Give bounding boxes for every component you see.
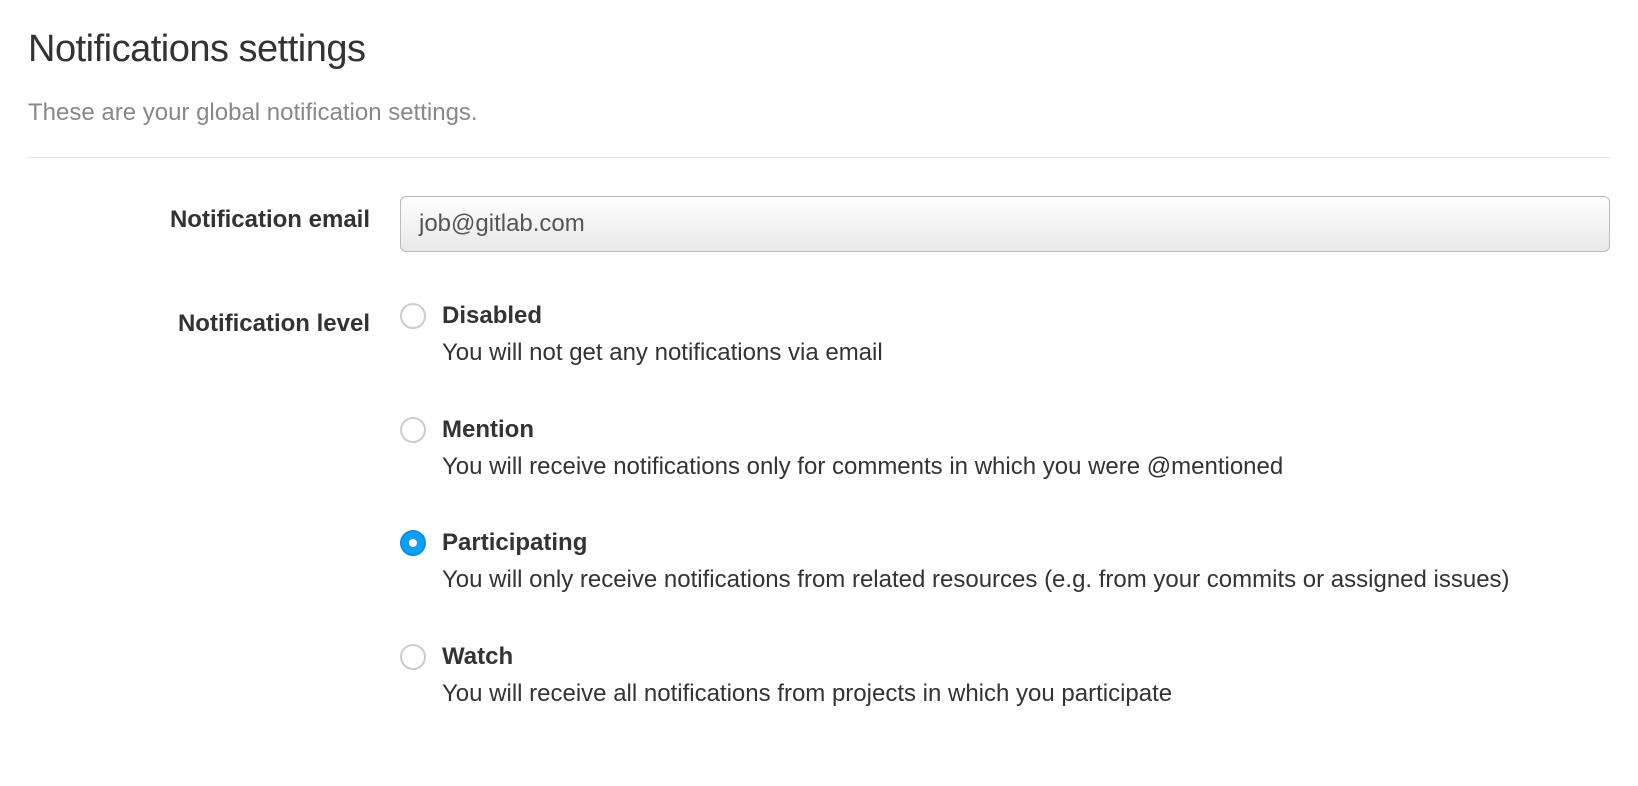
level-option-title: Disabled	[442, 300, 1610, 331]
level-label: Notification level	[28, 300, 400, 338]
level-option-text: Participating You will only receive notif…	[442, 527, 1610, 597]
email-row: Notification email job@gitlab.com	[28, 196, 1610, 252]
level-option-participating[interactable]: Participating You will only receive notif…	[400, 527, 1610, 597]
level-option-mention[interactable]: Mention You will receive notifications on…	[400, 414, 1610, 484]
section-divider	[28, 157, 1610, 158]
radio-mention[interactable]	[400, 417, 426, 443]
radio-watch[interactable]	[400, 644, 426, 670]
level-option-title: Mention	[442, 414, 1610, 445]
notification-level-options: Disabled You will not get any notificatio…	[400, 300, 1610, 710]
level-option-watch[interactable]: Watch You will receive all notifications …	[400, 641, 1610, 711]
level-option-description: You will only receive notifications from…	[442, 564, 1610, 596]
level-option-text: Disabled You will not get any notificatio…	[442, 300, 1610, 370]
level-option-description: You will receive all notifications from …	[442, 678, 1610, 710]
level-option-disabled[interactable]: Disabled You will not get any notificatio…	[400, 300, 1610, 370]
level-option-description: You will receive notifications only for …	[442, 451, 1610, 483]
notification-email-select[interactable]: job@gitlab.com	[400, 196, 1610, 252]
radio-participating[interactable]	[400, 530, 426, 556]
level-option-title: Watch	[442, 641, 1610, 672]
level-option-text: Mention You will receive notifications on…	[442, 414, 1610, 484]
level-option-description: You will not get any notifications via e…	[442, 337, 1610, 369]
level-row: Notification level Disabled You will not …	[28, 300, 1610, 710]
level-option-title: Participating	[442, 527, 1610, 558]
email-label: Notification email	[28, 196, 400, 234]
radio-disabled[interactable]	[400, 303, 426, 329]
level-option-text: Watch You will receive all notifications …	[442, 641, 1610, 711]
page-title: Notifications settings	[28, 28, 1610, 71]
page-subtitle: These are your global notification setti…	[28, 99, 1610, 127]
